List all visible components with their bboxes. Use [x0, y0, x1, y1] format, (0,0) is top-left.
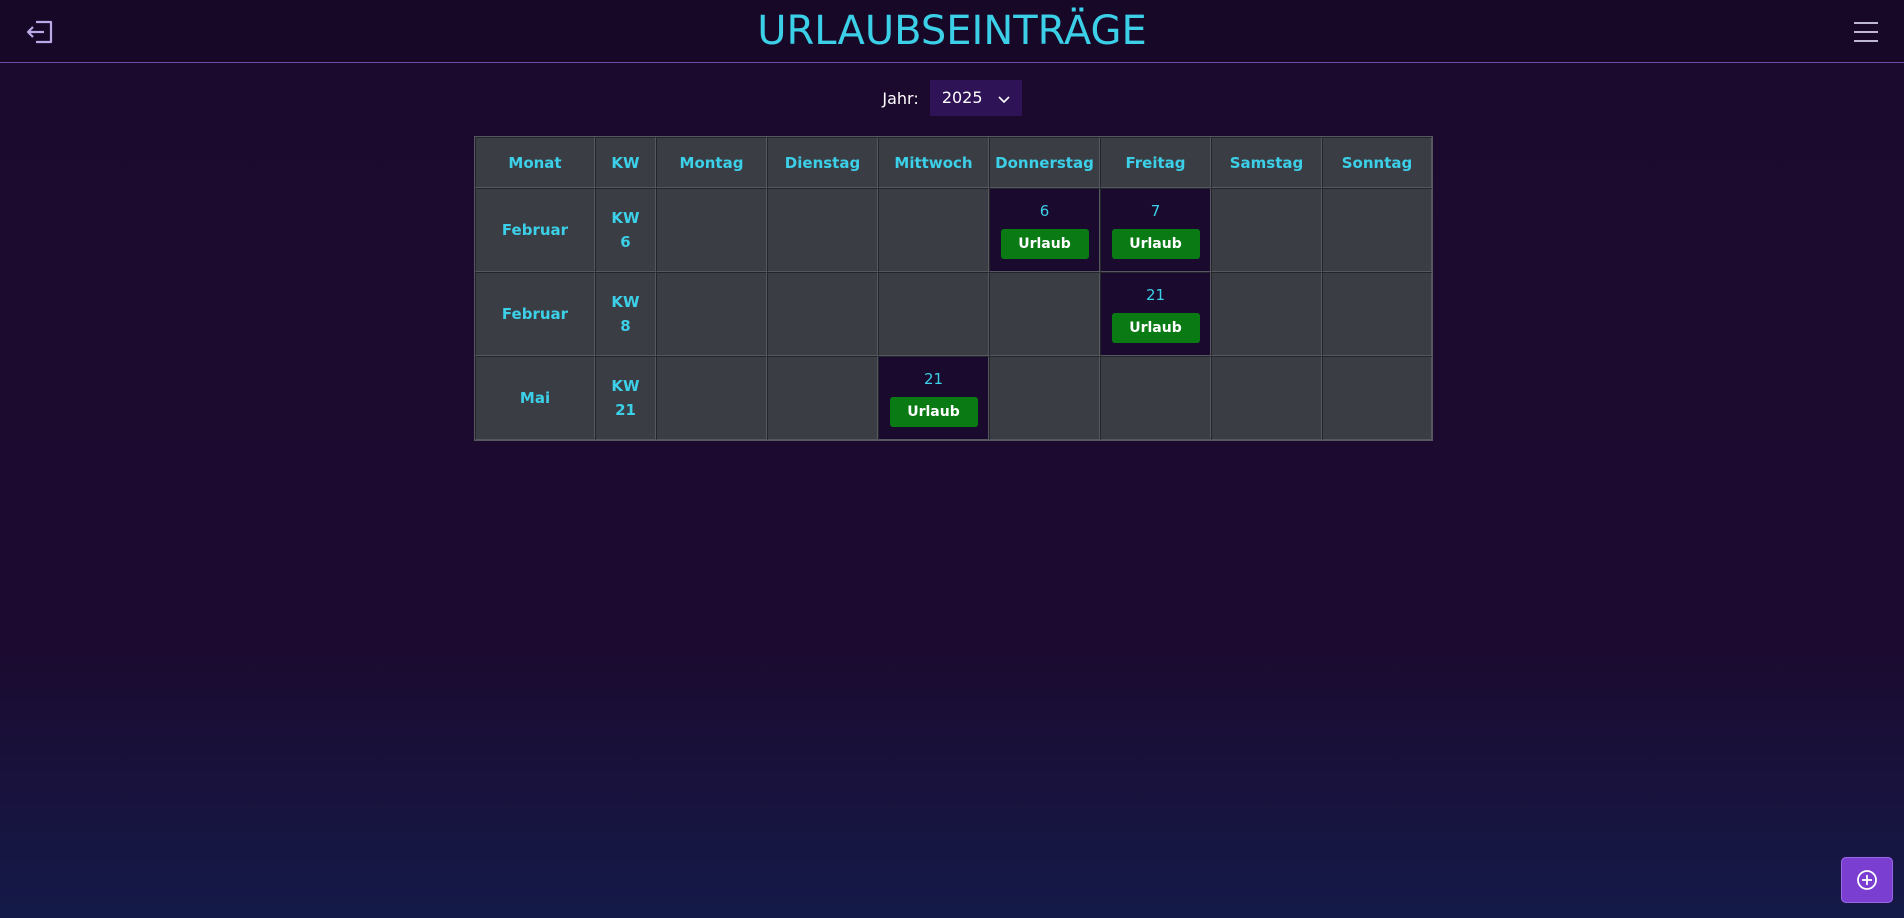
day-cell-empty	[878, 188, 989, 272]
day-cell-empty	[767, 272, 878, 356]
day-cell-empty	[989, 356, 1100, 440]
day-cell-empty	[1322, 272, 1432, 356]
top-bar: URLAUBSEINTRÄGE	[0, 0, 1904, 63]
day-cell-empty	[767, 188, 878, 272]
day-cell-empty	[767, 356, 878, 440]
vacation-entry-button[interactable]: Urlaub	[1000, 229, 1089, 259]
year-select-value: 2025	[941, 88, 983, 107]
vacation-entry-button[interactable]: Urlaub	[1111, 229, 1200, 259]
column-header-thursday: Donnerstag	[989, 137, 1100, 188]
day-cell-event: 21 Urlaub	[1100, 272, 1211, 356]
month-cell: Februar	[475, 188, 595, 272]
day-cell-empty	[656, 272, 767, 356]
chevron-down-icon	[998, 81, 1010, 117]
kw-number: 8	[620, 317, 631, 335]
month-cell: Mai	[475, 356, 595, 440]
day-cell-empty	[656, 356, 767, 440]
kw-label: KW	[611, 293, 640, 311]
page-title: URLAUBSEINTRÄGE	[757, 8, 1147, 54]
year-label: Jahr:	[882, 88, 919, 108]
day-cell-empty	[656, 188, 767, 272]
day-number: 6	[1039, 202, 1050, 220]
table-row: Mai KW 21 21 Urlaub	[475, 356, 1432, 440]
column-header-monday: Montag	[656, 137, 767, 188]
day-number: 21	[1145, 286, 1166, 304]
day-number: 7	[1150, 202, 1161, 220]
year-select[interactable]: 2025	[929, 80, 1022, 117]
table-header-row: Monat KW Montag Dienstag Mittwoch Donner…	[475, 137, 1432, 188]
kw-cell: KW 8	[595, 272, 656, 356]
column-header-tuesday: Dienstag	[767, 137, 878, 188]
vacation-entry-button[interactable]: Urlaub	[1111, 313, 1200, 343]
day-cell-empty	[989, 272, 1100, 356]
day-number: 21	[923, 370, 944, 388]
day-cell-event: 7 Urlaub	[1100, 188, 1211, 272]
kw-label: KW	[611, 377, 640, 395]
month-cell: Februar	[475, 272, 595, 356]
kw-cell: KW 6	[595, 188, 656, 272]
day-cell-event: 6 Urlaub	[989, 188, 1100, 272]
column-header-month: Monat	[475, 137, 595, 188]
table-row: Februar KW 6 6 Urlaub 7 Urlaub	[475, 188, 1432, 272]
day-cell-empty	[1322, 356, 1432, 440]
vacation-calendar-table: Monat KW Montag Dienstag Mittwoch Donner…	[474, 136, 1433, 441]
day-cell-empty	[1211, 356, 1322, 440]
add-entry-button[interactable]	[1841, 857, 1893, 903]
year-filter: Jahr: 2025	[0, 80, 1904, 116]
menu-button[interactable]	[1854, 20, 1878, 44]
hamburger-menu-icon	[1854, 22, 1878, 42]
column-header-wednesday: Mittwoch	[878, 137, 989, 188]
column-header-sunday: Sonntag	[1322, 137, 1432, 188]
day-cell-empty	[1211, 188, 1322, 272]
day-cell-empty	[1322, 188, 1432, 272]
day-cell-empty	[1211, 272, 1322, 356]
column-header-friday: Freitag	[1100, 137, 1211, 188]
column-header-kw: KW	[595, 137, 656, 188]
kw-label: KW	[611, 209, 640, 227]
plus-circle-icon	[1857, 870, 1877, 890]
kw-number: 6	[620, 233, 631, 251]
kw-number: 21	[615, 401, 636, 419]
kw-cell: KW 21	[595, 356, 656, 440]
day-cell-event: 21 Urlaub	[878, 356, 989, 440]
column-header-saturday: Samstag	[1211, 137, 1322, 188]
day-cell-empty	[1100, 356, 1211, 440]
table-row: Februar KW 8 21 Urlaub	[475, 272, 1432, 356]
vacation-entry-button[interactable]: Urlaub	[889, 397, 978, 427]
day-cell-empty	[878, 272, 989, 356]
